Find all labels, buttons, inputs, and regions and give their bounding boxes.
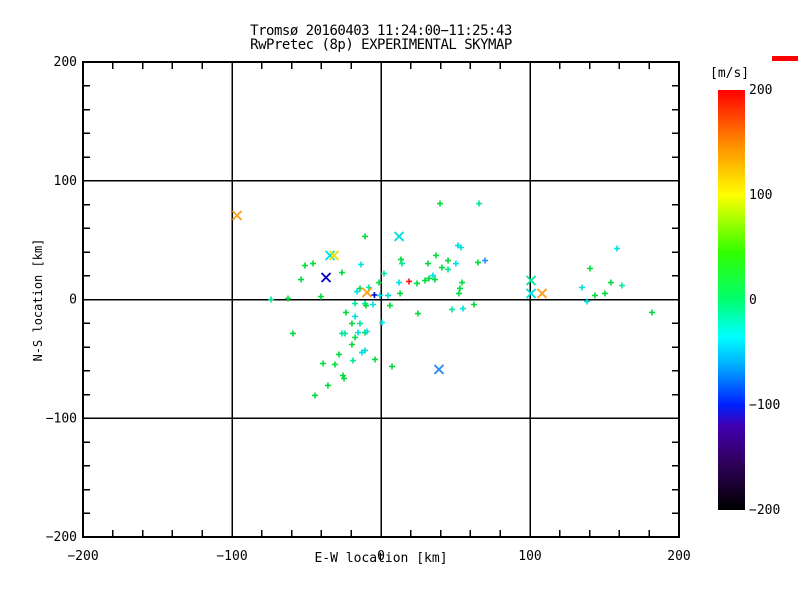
data-point-plus [432,252,439,259]
colorbar-tick-label: 200 [749,83,773,98]
scatter-plot-canvas: −200 −100 0 100 200−200 −100 0 100 200 [46,55,691,564]
data-point-plus [614,245,621,252]
data-point-plus [579,284,586,291]
data-point-plus [311,392,318,399]
colorbar-unit-label: [m/s] [710,66,750,81]
colorbar [718,90,745,510]
data-point-plus [455,290,462,297]
data-point-plus [399,260,406,267]
data-point-plus [607,279,614,286]
data-point-plus [389,363,396,370]
y-tick-label: 200 [54,55,77,70]
data-point-plus [649,309,656,316]
skymap-figure: Tromsø 20160403 11:24:00−11:25:43 RwPret… [0,0,800,600]
data-point-plus [285,295,292,302]
data-point-plus [362,233,369,240]
data-point-plus [371,291,378,298]
data-point-plus [324,382,331,389]
data-point-plus [448,306,455,313]
y-axis-label: N-S location [km] [31,238,45,362]
data-point-plus [618,282,625,289]
data-point-plus [348,341,355,348]
data-point-plus [348,320,355,327]
data-point-plus [376,292,383,299]
y-tick-label: −100 [46,411,77,426]
data-point-cross [536,288,548,299]
data-point-plus [385,292,392,299]
grid-lines [83,62,679,537]
data-point-cross [320,272,332,283]
data-point-plus [452,260,459,267]
data-point-cross [525,275,537,286]
data-point-cross [231,210,243,221]
data-point-plus [476,200,483,207]
colorbar-tick-label: −100 [749,398,781,413]
data-point-plus [459,305,466,312]
data-point-plus [445,266,452,273]
data-point-plus [338,269,345,276]
y-tick-label: 0 [69,293,77,308]
data-point-plus [297,276,304,283]
data-point-plus [474,259,481,266]
y-tick-label: 100 [54,174,77,189]
data-point-plus [406,278,413,285]
data-point-plus [456,285,463,292]
data-point-plus [397,256,404,263]
data-point-plus [414,310,421,317]
data-point-plus [289,330,296,337]
data-point-plus [397,290,404,297]
data-point-plus [445,257,452,264]
data-point-cross [525,288,537,299]
data-point-plus [338,330,345,337]
data-point-plus [302,262,309,269]
data-point-cross [433,364,445,375]
data-point-plus [335,351,342,358]
data-point-plus [268,296,275,303]
colorbar-tick-label: 0 [749,293,757,308]
data-point-plus [414,280,421,287]
data-point-plus [396,279,403,286]
data-point-plus [372,356,379,363]
data-point-plus [320,360,327,367]
data-point-cross [361,287,373,298]
y-tick-labels: −200 −100 0 100 200 [46,55,77,545]
data-point-plus [424,260,431,267]
data-point-plus [438,264,445,271]
data-point-plus [349,357,356,364]
top-right-red-marker [772,56,798,61]
data-point-plus [437,200,444,207]
colorbar-tick-label: 100 [749,188,773,203]
data-point-plus [591,292,598,299]
data-point-plus [352,334,359,341]
data-point-plus [369,301,376,308]
data-point-plus [354,288,361,295]
data-point-plus [587,265,594,272]
data-point-plus [352,313,359,320]
data-point-plus [386,302,393,309]
data-point-plus [470,301,477,308]
data-point-plus [342,309,349,316]
data-point-cross [393,231,405,242]
data-point-plus [459,279,466,286]
data-point-plus [601,290,608,297]
y-tick-label: −200 [46,530,77,545]
data-point-plus [352,300,359,307]
colorbar-tick-label: −200 [749,503,781,518]
x-axis-label: E-W location [km] [314,551,448,566]
data-point-plus [358,261,365,268]
data-point-plus [482,257,489,264]
data-point-plus [356,320,363,327]
data-point-plus [310,260,317,267]
data-point-plus [340,372,347,379]
data-point-plus [317,293,324,300]
data-point-plus [380,270,387,277]
data-point-plus [379,319,386,326]
data-point-plus [341,375,348,382]
data-point-plus [355,329,362,336]
data-point-plus [331,361,338,368]
